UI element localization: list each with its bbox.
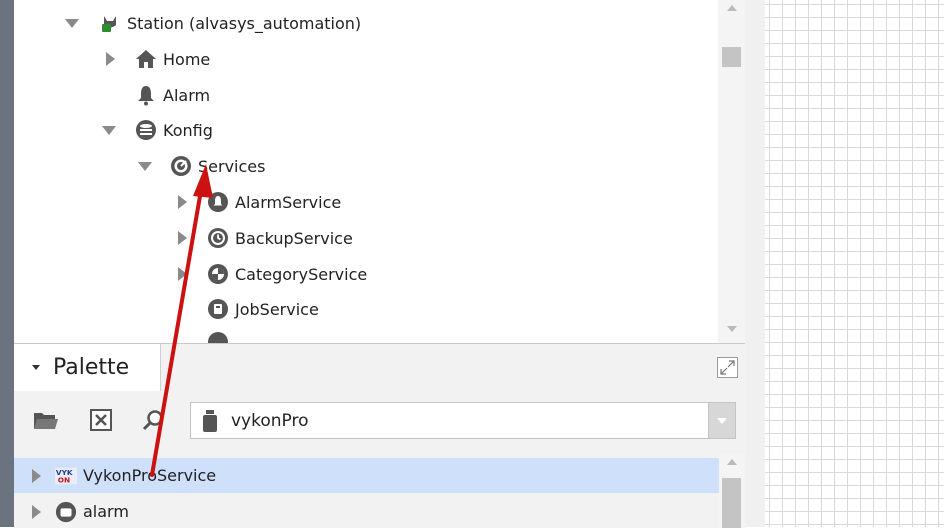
module-select-value: vykonPro [231, 410, 309, 431]
alarm-service-icon [207, 191, 229, 213]
scroll-down-arrow[interactable] [727, 326, 737, 332]
palette-item-label: alarm [83, 502, 129, 521]
tree-item-label: JobService [235, 299, 319, 319]
close-box-icon[interactable] [86, 405, 116, 435]
find-icon[interactable] [138, 405, 168, 435]
tree-row-alarm[interactable]: Alarm [135, 80, 210, 110]
tree-item-label: Home [163, 49, 211, 69]
tree-row-backup-service[interactable]: BackupService [178, 223, 353, 253]
wiresheet-grid-canvas[interactable] [765, 0, 944, 527]
jar-icon [199, 409, 221, 432]
tree-item-label: Services [198, 156, 266, 176]
expand-toggle-expanded[interactable] [102, 125, 116, 135]
backup-service-icon [207, 227, 229, 249]
tree-scrollbar[interactable] [718, 0, 746, 343]
expand-toggle-collapsed[interactable] [178, 267, 187, 281]
folder-open-icon[interactable] [31, 405, 61, 435]
tree-row-konfig[interactable]: Konfig [102, 115, 213, 145]
module-folder-icon [55, 501, 77, 523]
pane-splitter[interactable] [745, 0, 765, 527]
dropdown-arrow-icon[interactable] [708, 403, 735, 438]
home-icon [135, 48, 157, 70]
tree-row-home[interactable]: Home [106, 44, 210, 74]
scroll-thumb[interactable] [722, 47, 741, 67]
expand-toggle-expanded[interactable] [138, 161, 152, 171]
tree-item-label: BackupService [235, 228, 353, 248]
tree-item-label: Station (alvasys_automation) [127, 13, 362, 33]
tree-row-services[interactable]: Services [138, 151, 265, 181]
tree-row-job-service[interactable]: JobService [207, 294, 319, 324]
tree-row-alarm-service[interactable]: AlarmService [178, 187, 341, 217]
category-service-icon [207, 263, 229, 285]
palette-scrollbar[interactable] [719, 454, 745, 528]
expand-toggle-collapsed[interactable] [32, 504, 41, 519]
palette-tab[interactable]: Palette [14, 344, 161, 391]
module-select[interactable]: vykonPro [190, 402, 736, 439]
expand-toggle-collapsed[interactable] [178, 231, 187, 245]
services-icon [170, 155, 192, 177]
service-icon [207, 331, 229, 343]
palette-title: Palette [53, 355, 130, 380]
tree-item-label: AlarmService [235, 192, 342, 212]
palette-panel: Palette vykonPro VYK ON VykonProService a… [14, 343, 745, 528]
expand-toggle-collapsed[interactable] [178, 195, 187, 209]
expand-toggle-expanded[interactable] [65, 18, 79, 28]
database-icon [135, 119, 157, 141]
scroll-up-arrow[interactable] [727, 5, 737, 11]
station-icon [99, 12, 121, 34]
tree-item-label: Konfig [163, 120, 213, 140]
palette-item-vykonproservice[interactable]: VYK ON VykonProService [14, 458, 719, 493]
nav-tree-panel: Station (alvasys_automation) Home Alarm … [14, 0, 745, 343]
palette-item-label: VykonProService [83, 466, 217, 485]
tree-row-category-service[interactable]: CategoryService [178, 259, 367, 289]
tree-row-next-partial [207, 327, 229, 343]
tree-item-label: Alarm [163, 85, 211, 105]
palette-item-alarm[interactable]: alarm [14, 494, 719, 529]
expand-toggle-collapsed[interactable] [106, 52, 115, 66]
maximize-icon[interactable] [717, 357, 738, 378]
scroll-thumb[interactable] [722, 478, 741, 528]
left-edge-strip [0, 0, 14, 527]
bell-icon [135, 84, 157, 106]
job-service-icon [207, 298, 229, 320]
tree-item-label: CategoryService [235, 264, 368, 284]
svg-text:ON: ON [58, 475, 70, 484]
scroll-up-arrow[interactable] [727, 459, 737, 465]
collapse-caret-icon[interactable] [32, 365, 40, 370]
expand-toggle-collapsed[interactable] [32, 468, 41, 483]
vykon-logo-icon: VYK ON [55, 465, 77, 487]
tree-row-station[interactable]: Station (alvasys_automation) [65, 8, 361, 38]
